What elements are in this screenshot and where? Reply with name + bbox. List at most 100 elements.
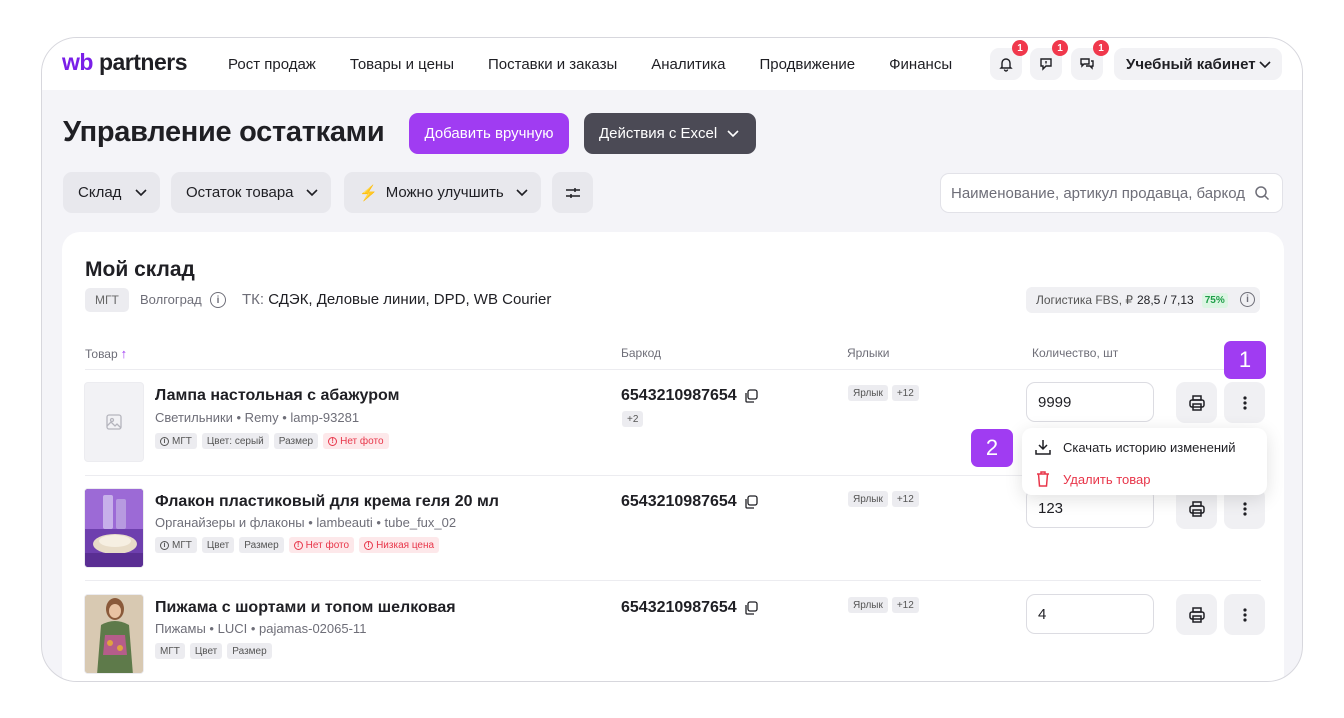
more-actions-button[interactable] bbox=[1224, 382, 1265, 423]
account-selector[interactable]: Учебный кабинет bbox=[1114, 48, 1282, 80]
warehouse-title: Мой склад bbox=[85, 258, 195, 281]
nav-item-sales-growth[interactable]: Рост продаж bbox=[228, 56, 316, 73]
sliders-icon bbox=[565, 187, 580, 198]
nav-item-promotion[interactable]: Продвижение bbox=[760, 56, 856, 73]
barcode: 6543210987654 bbox=[621, 493, 759, 511]
carriers-value: СДЭК, Деловые линии, DPD, WB Courier bbox=[268, 291, 552, 308]
quantity-field[interactable] bbox=[1026, 594, 1154, 634]
warehouse-tag: МГТ bbox=[85, 288, 129, 312]
logo-wb: wb bbox=[62, 49, 93, 75]
excel-actions-button[interactable]: Действия с Excel bbox=[584, 113, 756, 154]
alert-icon: ! bbox=[293, 540, 303, 550]
top-header: wb partners Рост продаж Товары и цены По… bbox=[42, 38, 1302, 90]
print-button[interactable] bbox=[1176, 594, 1217, 635]
chip-color: Цвет bbox=[201, 537, 235, 553]
nav-item-products-prices[interactable]: Товары и цены bbox=[350, 56, 454, 73]
label-more-chip[interactable]: +12 bbox=[891, 385, 919, 401]
barcode-more-chip[interactable]: +2 bbox=[622, 411, 644, 427]
messages-button[interactable]: 1 bbox=[1071, 40, 1109, 80]
label-more-chip[interactable]: +12 bbox=[891, 597, 919, 613]
alert-icon: ! bbox=[328, 436, 338, 446]
chip-size: Размер bbox=[239, 537, 284, 553]
menu-item-download-history[interactable]: Скачать историю изменений bbox=[1022, 432, 1267, 462]
kebab-menu-icon bbox=[1242, 501, 1247, 516]
column-product-label: Товар bbox=[85, 347, 118, 361]
nav-item-analytics[interactable]: Аналитика bbox=[651, 56, 725, 73]
quantity-field[interactable] bbox=[1026, 382, 1154, 422]
barcode-value: 6543210987654 bbox=[621, 387, 737, 404]
notification-badge: 1 bbox=[1012, 40, 1028, 56]
search-input[interactable] bbox=[951, 174, 1251, 212]
kebab-menu-icon bbox=[1242, 607, 1247, 622]
search-icon bbox=[1255, 186, 1270, 201]
download-icon bbox=[1035, 440, 1051, 455]
improve-filter[interactable]: ⚡ Можно улучшить bbox=[344, 172, 541, 213]
improve-filter-label: Можно улучшить bbox=[385, 184, 504, 201]
carriers-text: ТК: СДЭК, Деловые линии, DPD, WB Courier bbox=[242, 291, 551, 308]
nav-item-finance[interactable]: Финансы bbox=[889, 56, 952, 73]
chip-color: Цвет bbox=[189, 643, 223, 659]
product-chips: МГТ Цвет Размер bbox=[155, 643, 272, 659]
copy-icon[interactable] bbox=[743, 494, 759, 510]
warehouse-filter-label: Склад bbox=[78, 184, 122, 201]
copy-icon[interactable] bbox=[743, 388, 759, 404]
chip-low-price: ! Низкая цена bbox=[359, 537, 440, 553]
barcode-value: 6543210987654 bbox=[621, 599, 737, 616]
quantity-input[interactable] bbox=[1027, 595, 1153, 633]
menu-item-label: Скачать историю изменений bbox=[1063, 439, 1236, 455]
step-marker-2: 2 bbox=[971, 429, 1013, 467]
kebab-menu-icon bbox=[1242, 395, 1247, 410]
barcode: 6543210987654 bbox=[621, 387, 759, 405]
bell-icon bbox=[999, 58, 1013, 72]
quantity-input[interactable] bbox=[1027, 383, 1153, 421]
stock-filter[interactable]: Остаток товара bbox=[171, 172, 331, 213]
label-chip: Ярлык bbox=[848, 597, 888, 613]
label-more-chip[interactable]: +12 bbox=[891, 491, 919, 507]
product-chips: i МГТ Цвет: серый Размер ! Нет фото bbox=[155, 433, 389, 449]
column-header-product[interactable]: Товар ↑ bbox=[85, 346, 127, 361]
printer-icon bbox=[1188, 500, 1205, 517]
warehouse-filter[interactable]: Склад bbox=[63, 172, 160, 213]
filter-settings-button[interactable] bbox=[552, 172, 593, 213]
main-nav: Рост продаж Товары и цены Поставки и зак… bbox=[228, 38, 986, 90]
printer-icon bbox=[1188, 394, 1205, 411]
chip-text: Нет фото bbox=[340, 435, 384, 447]
product-name[interactable]: Пижама с шортами и топом шелковая bbox=[155, 599, 456, 617]
column-header-barcode: Баркод bbox=[621, 346, 662, 360]
logo-partners: partners bbox=[98, 49, 188, 75]
info-icon: i bbox=[160, 436, 169, 446]
product-name[interactable]: Лампа настольная с абажуром bbox=[155, 387, 399, 405]
product-chips: i МГТ Цвет Размер ! Нет фото ! Низкая цена bbox=[155, 537, 440, 553]
chevron-down-icon bbox=[135, 189, 147, 197]
carriers-label: ТК: bbox=[242, 291, 265, 308]
print-button[interactable] bbox=[1176, 382, 1217, 423]
product-image bbox=[84, 488, 144, 568]
label-chip: Ярлык bbox=[848, 491, 888, 507]
logo[interactable]: wb partners bbox=[62, 49, 188, 79]
info-icon[interactable]: i bbox=[1240, 292, 1255, 307]
product-image bbox=[84, 594, 144, 674]
menu-item-delete-product[interactable]: Удалить товар bbox=[1022, 464, 1267, 494]
search-field[interactable] bbox=[940, 173, 1283, 213]
copy-icon[interactable] bbox=[743, 600, 759, 616]
product-name[interactable]: Флакон пластиковый для крема геля 20 мл bbox=[155, 493, 499, 511]
logistics-badge: Логистика FBS, ₽ 28,5 / 7,13 75% bbox=[1026, 287, 1260, 313]
nav-item-supplies-orders[interactable]: Поставки и заказы bbox=[488, 56, 617, 73]
more-actions-button[interactable] bbox=[1224, 594, 1265, 635]
chip-text: Низкая цена bbox=[376, 539, 435, 551]
support-chat-icon bbox=[1040, 58, 1052, 71]
step-marker-1: 1 bbox=[1224, 341, 1266, 379]
product-image-placeholder bbox=[84, 382, 144, 462]
chevron-down-icon bbox=[727, 130, 739, 138]
divider bbox=[85, 369, 1261, 370]
column-header-quantity: Количество, шт bbox=[1032, 346, 1119, 360]
support-button[interactable]: 1 bbox=[1030, 40, 1068, 80]
row-actions-menu: Скачать историю изменений Удалить товар bbox=[1022, 428, 1267, 495]
info-icon[interactable]: i bbox=[210, 292, 226, 308]
barcode-value: 6543210987654 bbox=[621, 493, 737, 510]
logistics-percent: 75% bbox=[1201, 292, 1228, 308]
add-manually-button[interactable]: Добавить вручную bbox=[409, 113, 569, 154]
notifications-button[interactable]: 1 bbox=[990, 40, 1028, 80]
stock-filter-label: Остаток товара bbox=[186, 184, 294, 201]
product-meta: Светильники • Remy • lamp-93281 bbox=[155, 410, 360, 425]
